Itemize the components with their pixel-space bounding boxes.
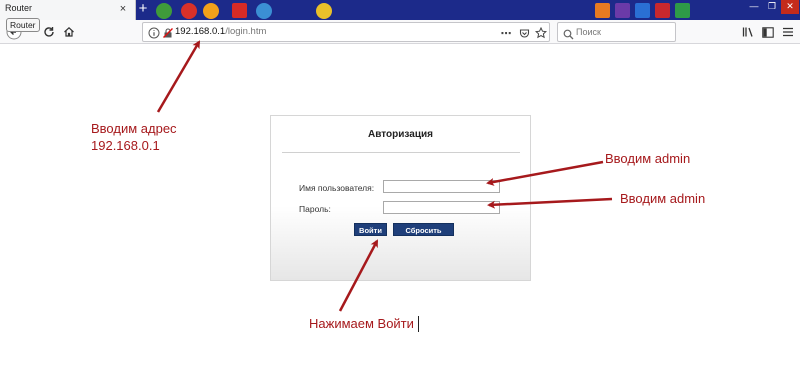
annotation-username-hint: Вводим admin	[605, 151, 691, 166]
tab-close-icon[interactable]: ×	[117, 3, 129, 15]
info-icon[interactable]	[148, 26, 160, 39]
search-bar[interactable]	[557, 22, 676, 42]
username-label: Имя пользователя:	[299, 183, 375, 193]
login-button[interactable]: Войти	[354, 223, 387, 236]
menu-icon[interactable]	[780, 24, 796, 40]
background-tile-blue	[635, 3, 650, 18]
bookmark-star-icon[interactable]	[535, 27, 547, 39]
background-tile-red-2	[655, 3, 670, 18]
arrow-to-address-bar	[156, 40, 201, 113]
tab-title: Router	[5, 3, 33, 13]
background-tile-purple	[615, 3, 630, 18]
pocket-icon[interactable]	[518, 27, 530, 39]
background-orb-blue	[256, 3, 272, 19]
annotation-button-hint: Нажимаем Войти	[309, 316, 414, 331]
url-text: 192.168.0.1/login.htm	[175, 26, 266, 37]
search-input[interactable]	[576, 25, 672, 39]
password-label: Пароль:	[299, 204, 331, 214]
text-caret	[418, 316, 419, 332]
annotation-password-hint: Вводим admin	[620, 191, 706, 206]
home-icon[interactable]	[61, 24, 77, 40]
navigation-toolbar: 192.168.0.1/login.htm ⋯	[0, 20, 800, 44]
reload-icon[interactable]	[41, 24, 57, 40]
tab-strip: Router × + — ❐ ✕	[0, 0, 800, 20]
background-tile-red	[232, 3, 247, 18]
sidebar-icon[interactable]	[760, 24, 776, 40]
window-maximize-button[interactable]: ❐	[763, 0, 781, 14]
login-title: Авторизация	[368, 129, 433, 140]
annotation-address-line2: 192.168.0.1	[91, 138, 160, 153]
annotation-address-line1: Вводим адрес	[91, 121, 177, 136]
background-orb-red	[181, 3, 197, 19]
address-bar[interactable]: 192.168.0.1/login.htm ⋯	[142, 22, 550, 42]
password-input[interactable]	[383, 201, 500, 214]
browser-tab-router[interactable]: Router ×	[0, 0, 136, 20]
background-tile-orange	[595, 3, 610, 18]
background-tile-green	[675, 3, 690, 18]
tab-tooltip: Router	[6, 18, 40, 32]
background-orb-yellow	[316, 3, 332, 19]
panel-divider	[282, 152, 520, 153]
new-tab-icon[interactable]: +	[137, 1, 149, 16]
background-orb-green	[156, 3, 172, 19]
reset-button[interactable]: Сбросить	[393, 223, 454, 236]
search-icon	[563, 27, 574, 40]
background-orb-orange	[203, 3, 219, 19]
login-panel: Авторизация Имя пользователя: Пароль: Во…	[270, 115, 531, 281]
url-path: /login.htm	[225, 26, 267, 37]
username-input[interactable]	[383, 180, 500, 193]
library-icon[interactable]	[740, 24, 756, 40]
url-host: 192.168.0.1	[175, 26, 226, 37]
insecure-lock-icon[interactable]	[162, 26, 174, 38]
window-close-button[interactable]: ✕	[781, 0, 799, 14]
page-actions-icon[interactable]: ⋯	[500, 27, 512, 40]
window-minimize-button[interactable]: —	[745, 0, 763, 14]
